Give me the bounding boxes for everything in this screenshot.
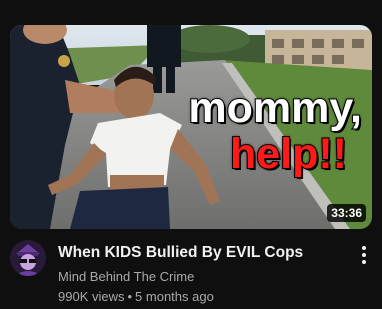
thumbnail-caption-line1: mommy, [187, 84, 363, 132]
more-actions-button[interactable] [356, 244, 372, 266]
vertical-ellipsis-icon [356, 246, 372, 264]
video-thumbnail[interactable]: mommy, help!! 33:36 [10, 25, 372, 229]
video-card: mommy, help!! 33:36 When KIDS Bullied By… [0, 0, 382, 309]
video-metadata: 990K views • 5 months ago [58, 288, 214, 306]
thumbnail-caption-line2: help!! [229, 130, 348, 178]
channel-avatar[interactable] [10, 240, 46, 276]
duration-badge: 33:36 [327, 204, 366, 222]
channel-avatar-icon [10, 240, 46, 276]
video-title[interactable]: When KIDS Bullied By EVIL Cops [58, 243, 338, 263]
channel-name[interactable]: Mind Behind The Crime [58, 268, 194, 286]
upload-age: 5 months ago [135, 289, 214, 304]
meta-separator: • [127, 289, 133, 304]
view-count: 990K views [58, 289, 125, 304]
